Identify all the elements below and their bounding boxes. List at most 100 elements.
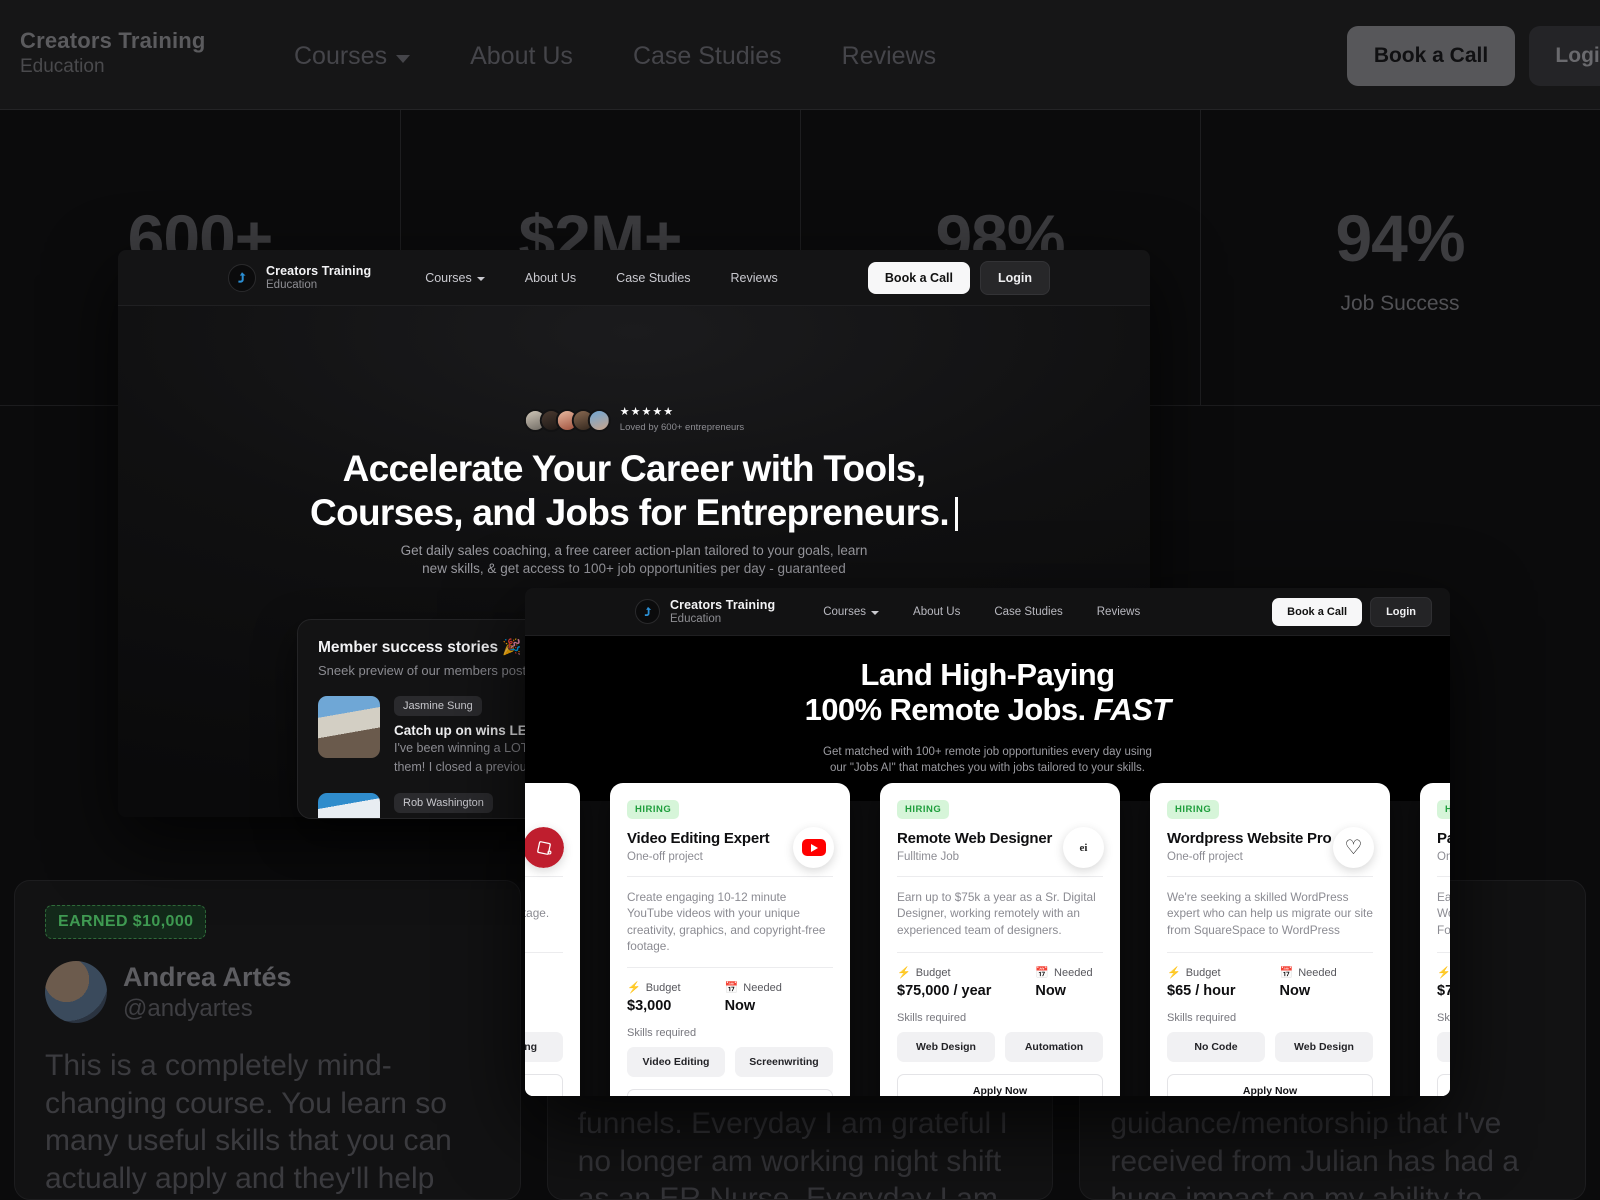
needed-label-row: 📅 Needed [724,981,782,995]
background-nav-item-about[interactable]: About Us [470,42,573,71]
post-thumbnail [318,793,380,818]
skills-chips: Video Editing Screenwriting [627,1047,833,1078]
jobs-brand-sub: Education [670,613,722,625]
budget-label-row: ⚡Budget [1437,966,1450,979]
hero-nav-item-reviews[interactable]: Reviews [731,271,778,285]
skills-chips: Graphic Design Branding [525,1032,563,1062]
brand-logo-icon [228,263,256,292]
skill-chip[interactable]: Branding [525,1032,563,1062]
skill-chip[interactable]: Web Design [1437,1032,1450,1062]
divider [525,952,563,953]
apply-now-button[interactable]: Apply Now [897,1074,1103,1096]
job-card[interactable]: HIRING Video Editing Expert One-off proj… [610,783,850,1096]
calendar-icon: 📅 [1279,967,1294,979]
job-title: Pardot + Wordpress [1437,830,1450,847]
hero-nav-item-case-studies[interactable]: Case Studies [616,271,690,285]
divider [1167,876,1373,877]
rating-block: ★★★★★ Loved by 600+ entrepreneurs [619,407,745,434]
job-card[interactable]: HIRING Wordpress Website Pro One-off pro… [1150,783,1390,1096]
jobs-book-a-call-button[interactable]: Book a Call [1272,597,1363,626]
bolt-icon: ⚡ [627,982,641,995]
budget-value: $3,000 [627,998,672,1015]
hero-login-button[interactable]: Login [979,260,1050,295]
job-card[interactable]: HIRING Graphic Design Pro One-off projec… [525,783,580,1096]
hero-brand-sub: Education [266,279,318,291]
skill-chip[interactable]: Automation [1005,1032,1103,1062]
skill-chip[interactable]: Web Design [1275,1032,1373,1062]
background-brand[interactable]: Creators Training Education [20,28,206,78]
calendar-icon: 📅 [724,982,739,995]
hero-book-a-call-button[interactable]: Book a Call [867,261,970,294]
jobs-nav-item-about[interactable]: About Us [913,606,960,618]
screenshot-root: Creators Training Education Courses Abou… [0,0,1600,1200]
apply-now-button[interactable]: Apply Now [1167,1074,1373,1096]
job-needed: 📅 Needed Now [1279,966,1337,1000]
skill-chip[interactable]: Video Editing [627,1047,725,1078]
hiring-badge: HIRING [1167,800,1220,819]
background-nav-links: Courses About Us Case Studies Reviews [294,42,936,71]
job-meta: ⚡ Budget $65 / hour 📅 Needed Now [1167,966,1373,1000]
skills-label: Skills required [525,1012,563,1024]
background-nav-item-reviews[interactable]: Reviews [842,42,936,71]
needed-label-row: 📅 Needed [1035,966,1092,980]
hero-brand-name: Creators Training [266,264,372,278]
apply-now-button[interactable]: Apply Now [525,1074,563,1096]
hiring-badge: HIRING [627,800,680,819]
skills-label: Skills required [1437,1012,1450,1024]
job-card[interactable]: HIRING Remote Web Designer Fulltime Job … [880,783,1120,1096]
jobs-nav-label: Courses [823,605,867,618]
apply-now-button[interactable]: Apply Now [1437,1074,1450,1096]
jobs-nav-item-courses[interactable]: Courses [823,605,880,618]
testimonial-body: funnels. Everyday I am grateful I no lon… [577,1107,1008,1200]
background-book-a-call-button[interactable]: Book a Call [1347,26,1515,86]
jobs-brand[interactable]: Creators Training Education [670,598,775,625]
skills-chips: Web Design Pardot [1437,1032,1450,1062]
skills-chips: Web Design Automation [897,1032,1103,1062]
hero-nav-item-courses[interactable]: Courses [425,271,485,285]
budget-label: Budget [915,966,951,979]
bolt-icon: ⚡ [897,967,911,979]
job-description: We're seeking a skilled WordPress expert… [1167,890,1373,937]
hero-headline-line1: Accelerate Your Career with Tools, [342,448,927,489]
divider [897,876,1103,877]
budget-label-row: ⚡ Budget [897,966,991,980]
job-cards-carousel[interactable]: HIRING Graphic Design Pro One-off projec… [525,783,1450,1096]
skill-chip[interactable]: No Code [1167,1032,1265,1062]
hero-brand[interactable]: Creators Training Education [266,264,371,291]
job-needed: 📅 Needed Now [1035,966,1092,1000]
hero-subhead: Get daily sales coaching, a free career … [118,542,1150,578]
background-nav-item-courses[interactable]: Courses [294,42,411,71]
testimonial-body: guidance/mentorship that I've received f… [1110,1107,1519,1200]
hero-nav-actions: Book a Call Login [867,260,1050,295]
jobs-window: Creators Training Education Courses Abou… [525,588,1450,1096]
youtube-icon [801,839,826,856]
jobs-headline: Land High-Paying 100% Remote Jobs. FAST [525,657,1450,727]
needed-value: Now [1279,983,1311,999]
skill-chip[interactable]: Screenwriting [735,1047,833,1078]
background-nav-item-case-studies[interactable]: Case Studies [633,42,782,71]
testimonial-name: Andrea Artés [123,961,292,992]
company-logo [793,827,834,868]
background-navbar: Creators Training Education Courses Abou… [0,0,1600,110]
background-brand-sub: Education [20,56,105,77]
skill-chip[interactable]: Web Design [897,1032,995,1062]
background-stat-value: 94% [1335,200,1465,275]
jobs-nav-item-case-studies[interactable]: Case Studies [994,606,1062,618]
jobs-login-button[interactable]: Login [1370,596,1432,627]
jobs-window-navbar: Creators Training Education Courses Abou… [525,588,1450,636]
apply-now-button[interactable]: Apply Now [627,1089,833,1096]
bolt-icon: ⚡ [1167,967,1181,979]
company-logo [525,827,564,868]
loved-by-text: Loved by 600+ entrepreneurs [619,422,745,433]
jobs-hero: Land High-Paying 100% Remote Jobs. FAST … [525,636,1450,801]
divider [897,952,1103,953]
jobs-headline-line2: 100% Remote Jobs. [804,691,1087,727]
budget-label: Budget [645,981,681,994]
company-logo: ei [1063,827,1104,868]
divider [1437,876,1450,877]
jobs-nav-item-reviews[interactable]: Reviews [1097,606,1140,618]
background-login-button[interactable]: Login [1529,26,1600,86]
job-card[interactable]: HIRING Pardot + Wordpress One-off Projec… [1420,783,1450,1096]
hero-nav-item-about[interactable]: About Us [525,271,576,285]
skills-label: Skills required [627,1027,697,1040]
